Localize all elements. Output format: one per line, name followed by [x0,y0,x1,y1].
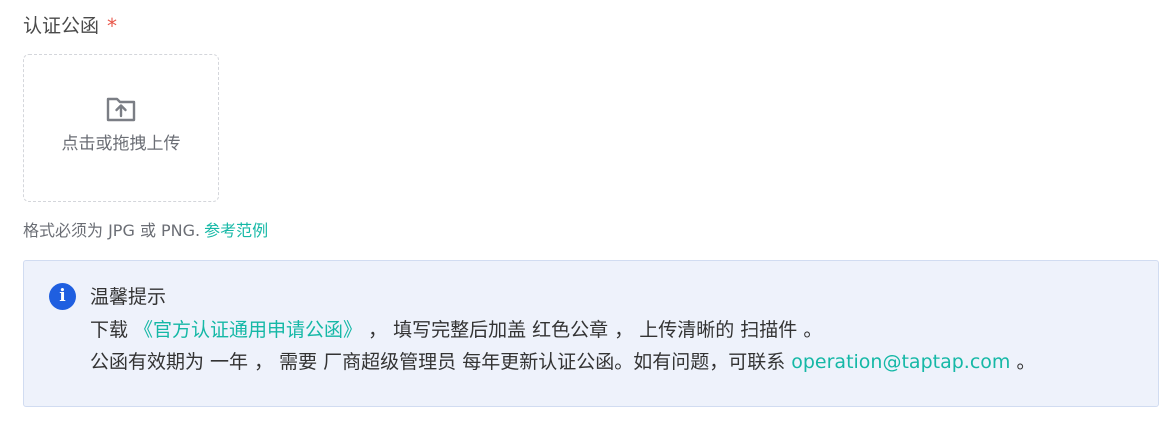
contact-email-link[interactable]: operation@taptap.com [791,351,1010,373]
info-icon: i [49,283,76,310]
upload-dropzone[interactable]: 点击或拖拽上传 [23,54,219,202]
notice-line2-suffix: 。 [1010,351,1036,373]
notice-line1-suffix: ， 填写完整后加盖 红色公章 ， 上传清晰的 扫描件 。 [362,319,823,341]
notice-title: 温馨提示 [90,286,167,308]
upload-folder-icon [106,97,136,122]
template-download-link[interactable]: 《官方认证通用申请公函》 [134,319,362,341]
example-link[interactable]: 参考范例 [204,221,268,240]
notice-line1-prefix: 下载 [90,319,135,341]
field-label-text: 认证公函 [23,15,100,37]
format-hint: 格式必须为 JPG 或 PNG. 参考范例 [23,219,268,243]
certification-letter-form: 认证公函 * 点击或拖拽上传 格式必须为 JPG 或 PNG. 参考范例 i 温馨… [0,0,1175,432]
upload-text: 点击或拖拽上传 [61,134,181,154]
notice-line-download: 下载 《官方认证通用申请公函》 ， 填写完整后加盖 红色公章 ， 上传清晰的 扫… [90,315,822,345]
format-hint-text: 格式必须为 JPG 或 PNG. [23,221,201,240]
tips-notice: i 温馨提示 下载 《官方认证通用申请公函》 ， 填写完整后加盖 红色公章 ， … [23,260,1159,407]
required-mark: * [107,14,118,38]
field-label: 认证公函 * [23,12,117,40]
notice-line-validity: 公函有效期为 一年 ， 需要 厂商超级管理员 每年更新认证公函。如有问题，可联系… [90,347,1035,377]
notice-line2-prefix: 公函有效期为 一年 ， 需要 厂商超级管理员 每年更新认证公函。如有问题，可联系 [90,351,792,373]
